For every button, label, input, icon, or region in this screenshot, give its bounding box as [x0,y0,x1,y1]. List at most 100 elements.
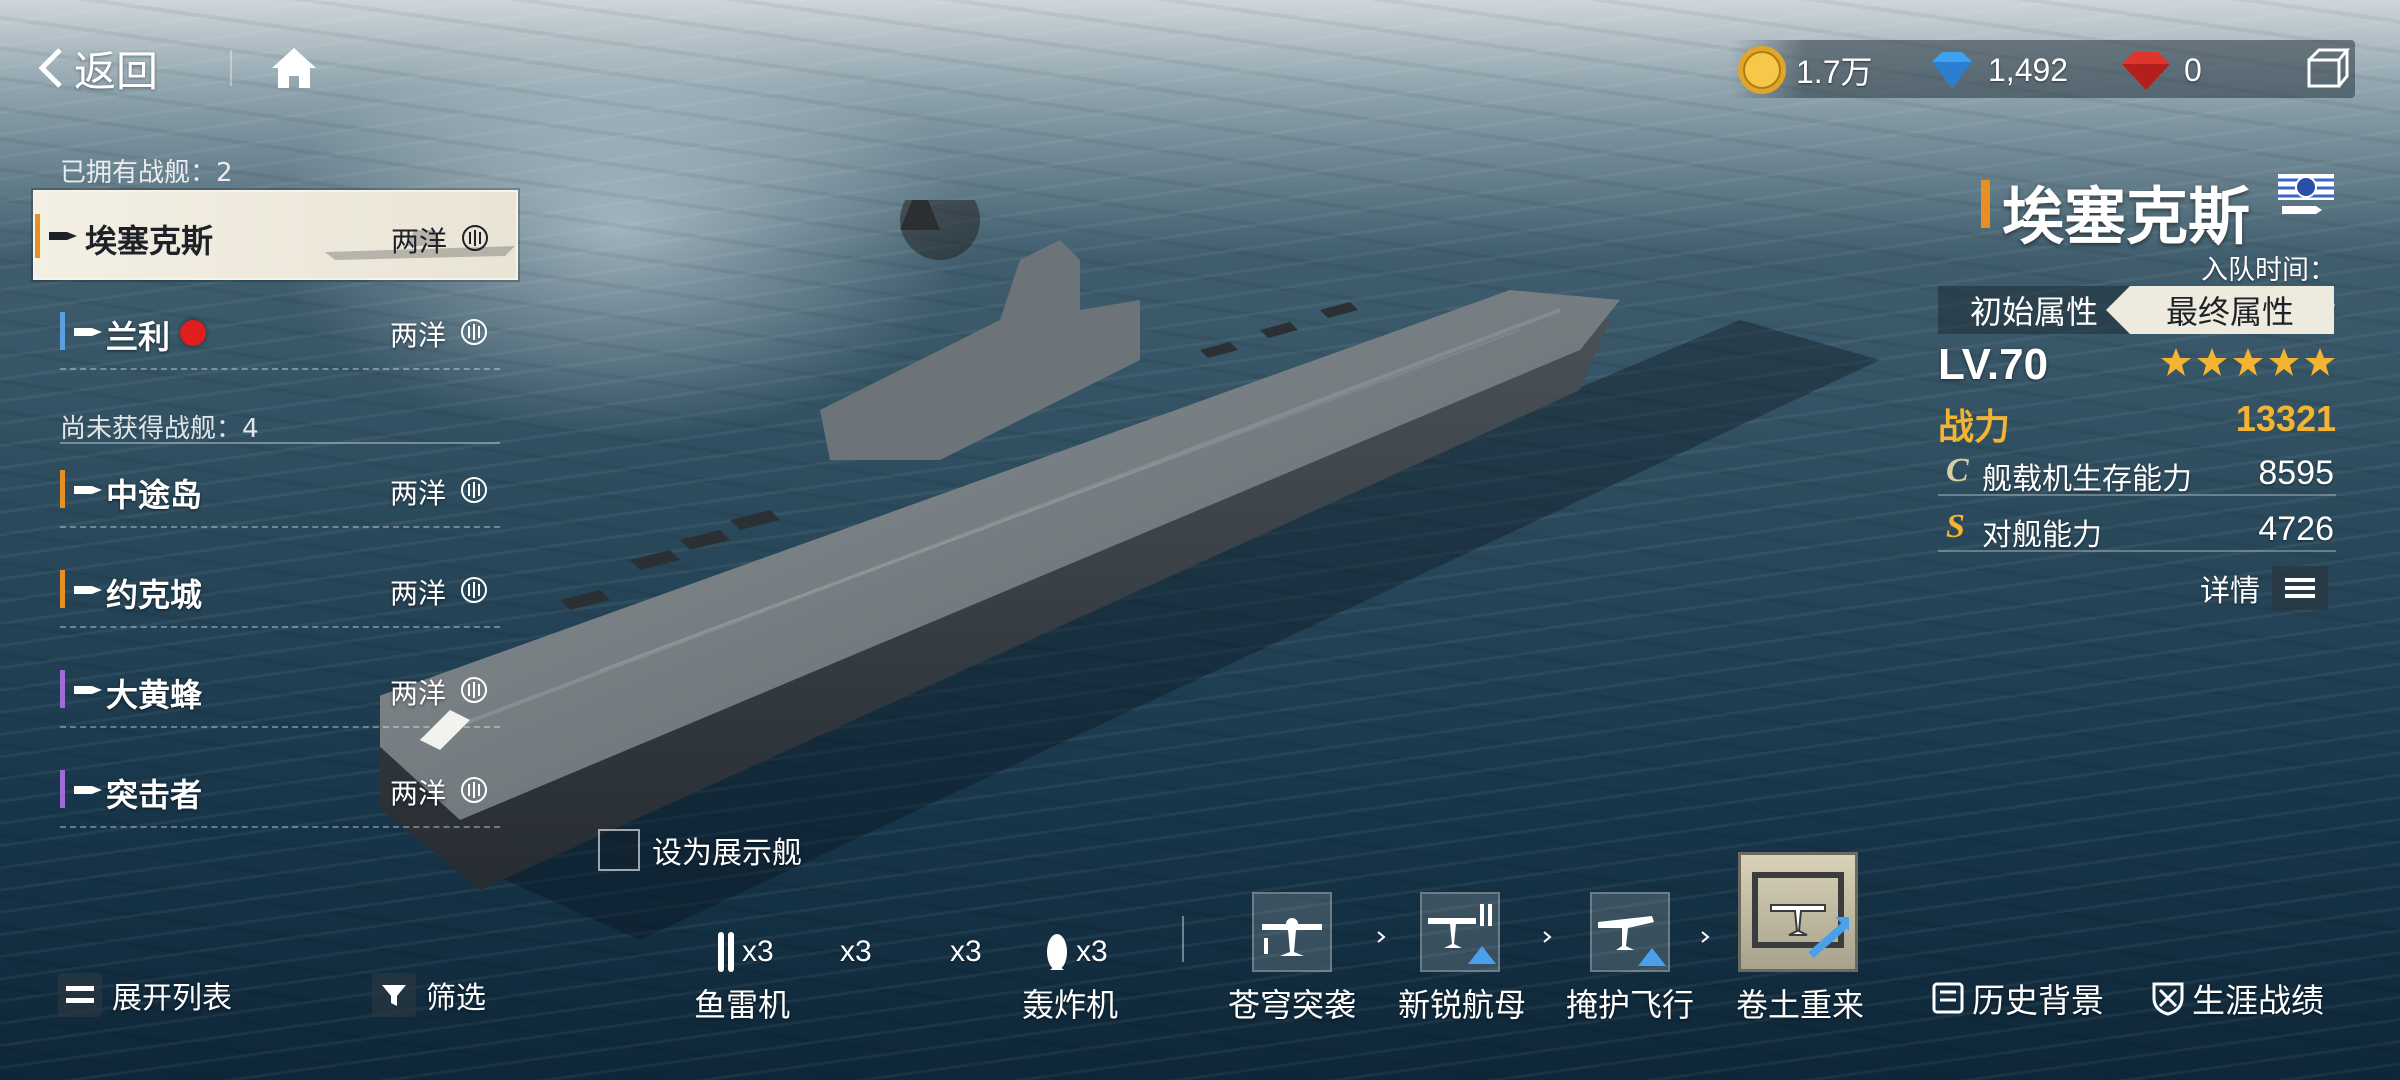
attribute-tabs: 初始属性 最终属性 [1938,286,2334,334]
tab-initial-attributes[interactable]: 初始属性 [1938,286,2130,334]
currency-gold[interactable]: 1.7万 [1736,44,1873,96]
history-background-label: 历史背景 [1972,981,2104,1020]
anchor-emblem-icon [462,225,488,251]
row-divider [60,626,500,628]
blue-diamond-icon [1932,52,1972,88]
rarity-bar [60,570,65,608]
gold-coin-icon [1738,46,1786,94]
rarity-bar [60,670,65,708]
ship-list-item-langley[interactable]: 兰利 两洋 [60,300,500,370]
filter-button[interactable]: 筛选 [372,970,486,1020]
stat-grade: S [1946,508,1965,545]
filter-label: 筛选 [426,981,486,1016]
bomber-label: 轰炸机 [1022,986,1119,1024]
ship-list-item-midway[interactable]: 中途岛 两洋 [60,458,500,528]
tab-final-attributes[interactable]: 最终属性 [2106,286,2334,334]
stat-row-aircraft-survival: C 舰载机生存能力 8595 [1938,450,2336,497]
checkbox-box [598,829,640,871]
stat-row-anti-ship: S 对舰能力 4726 [1938,506,2336,553]
list-icon [58,973,102,1017]
new-badge-dot [180,320,206,346]
details-label: 详情 [2200,574,2260,609]
weapon-count: x3 [1076,935,1108,968]
skill-label: 苍穹突袭 [1228,986,1357,1024]
skill-sky-strike[interactable] [1252,892,1332,972]
details-button[interactable]: 详情 [2200,566,2328,610]
shell-icon [74,486,102,494]
unowned-ships-label: 尚未获得战舰：4 [60,414,259,444]
stat-label: 对舰能力 [1982,518,2102,553]
ship-name: 兰利 [106,318,171,356]
chevron-right-icon [1701,931,1710,943]
home-icon[interactable] [268,44,320,92]
anchor-emblem-icon [461,577,487,603]
skill-comeback[interactable] [1738,852,1858,972]
top-divider [230,50,232,86]
star-icon [2197,348,2227,376]
anchor-emblem-icon [461,477,487,503]
star-rating [2160,346,2336,378]
weapon-torpedo: x3 [716,930,774,974]
rarity-bar [60,770,65,808]
ship-list-item-ranger[interactable]: 突击者 两洋 [60,758,500,828]
career-record-button[interactable]: 生涯战绩 [2150,974,2324,1022]
star-icon [2305,348,2335,376]
currency-diamond-value: 1,492 [1988,51,2069,88]
star-icon [2269,348,2299,376]
weapon-count: x3 [950,935,982,968]
stat-grade: C [1946,452,1969,489]
plane-return-icon [1752,872,1849,958]
nation-emblem-icon [2278,174,2334,214]
ship-level: LV.70 [1938,340,2049,389]
ship-name: 约克城 [106,576,203,614]
weapon-count: x3 [742,935,774,968]
ship-list-item-hornet[interactable]: 大黄蜂 两洋 [60,658,500,728]
shell-icon [74,586,102,594]
rarity-bar [35,214,40,258]
title-accent-bar [1981,180,1990,228]
plane-escort-icon [1598,916,1666,966]
row-divider [60,726,500,728]
row-divider [60,526,500,528]
career-record-label: 生涯战绩 [2192,981,2324,1020]
currency-red-gem[interactable]: 0 [2116,44,2202,96]
ship-type: 两洋 [390,777,447,810]
bomb-icon [1047,934,1067,970]
history-book-icon [1932,982,1964,1014]
skill-new-carrier[interactable] [1420,892,1500,972]
ship-name: 埃塞克斯 [85,222,214,260]
ship-type: 两洋 [390,319,447,352]
expand-list-button[interactable]: 展开列表 [58,970,232,1020]
anchor-emblem-icon [461,319,487,345]
showcase-label: 设为展示舰 [652,836,802,871]
row-divider [60,368,500,370]
ship-type: 两洋 [391,225,448,258]
ship-type: 两洋 [390,477,447,510]
ship-type: 两洋 [390,577,447,610]
stat-value: 4726 [2258,510,2334,548]
owned-ships-label: 已拥有战舰：2 [60,158,233,188]
storage-box-icon[interactable] [2305,46,2351,90]
shell-icon [74,686,102,694]
ship-name: 大黄蜂 [106,676,203,714]
star-icon [2161,348,2191,376]
star-icon [2233,348,2263,376]
ship-type: 两洋 [390,677,447,710]
currency-diamond[interactable]: 1,492 [1924,44,2068,96]
currency-red-gem-value: 0 [2184,51,2202,88]
ship-list-item-yorktown[interactable]: 约克城 两洋 [60,558,500,628]
chevron-right-icon [1377,931,1386,943]
currency-gold-value: 1.7万 [1796,54,1873,90]
weapon-bomb: x3 [1044,930,1108,974]
set-showcase-checkbox[interactable]: 设为展示舰 [598,828,802,872]
back-button[interactable]: 返回 [36,40,158,96]
menu-icon [2272,566,2328,610]
shell-icon [49,232,77,240]
combat-power-label: 战力 [1938,407,2011,448]
skill-cover-flight[interactable] [1590,892,1670,972]
anchor-emblem-icon [461,777,487,803]
ship-list-item-essex[interactable]: 埃塞克斯 两洋 [33,190,518,280]
skill-label: 新锐航母 [1398,986,1527,1024]
red-gem-icon [2122,52,2170,90]
history-background-button[interactable]: 历史背景 [1930,974,2104,1022]
